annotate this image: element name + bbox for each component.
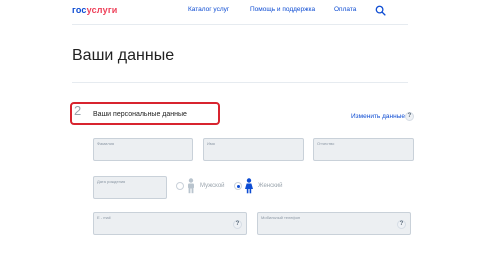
section-number: 2 (74, 103, 82, 118)
patronymic-label: Отчество (317, 141, 335, 146)
lastname-label: Фамилия (97, 141, 114, 146)
female-figure-icon (245, 178, 253, 194)
header-divider (72, 24, 408, 25)
gender-female-label: Женский (258, 183, 283, 189)
email-field[interactable]: E - mail ? (93, 212, 247, 235)
logo-part1: гос (72, 5, 87, 15)
gender-male-radio[interactable] (176, 182, 184, 190)
change-data-link[interactable]: Изменить данные (351, 113, 405, 120)
phone-help-icon[interactable]: ? (397, 220, 406, 229)
gosuslugi-logo[interactable]: госуслуги (72, 5, 118, 15)
nav-payment-link[interactable]: Оплата (334, 6, 356, 13)
patronymic-field[interactable]: Отчество (313, 138, 414, 161)
nav-catalog-link[interactable]: Каталог услуг (188, 6, 229, 13)
email-help-icon[interactable]: ? (233, 220, 242, 229)
phone-label: Мобильный телефон (261, 215, 301, 220)
birthdate-label: Дата рождения (97, 179, 126, 184)
firstname-field[interactable]: Имя (203, 138, 304, 161)
lastname-field[interactable]: Фамилия (93, 138, 193, 161)
gender-male-label: Мужской (200, 183, 225, 189)
email-label: E - mail (97, 215, 111, 220)
help-icon[interactable]: ? (405, 112, 414, 121)
search-icon[interactable] (375, 5, 386, 16)
top-header: госуслуги Каталог услуг Помощь и поддерж… (0, 0, 480, 24)
phone-field[interactable]: Мобильный телефон ? (257, 212, 411, 235)
firstname-label: Имя (207, 141, 215, 146)
section-title: Ваши персональные данные (93, 111, 187, 118)
page-title: Ваши данные (72, 47, 175, 64)
birthdate-field[interactable]: Дата рождения (93, 176, 167, 199)
nav-help-link[interactable]: Помощь и поддержка (250, 6, 315, 13)
gender-female-radio[interactable] (234, 182, 242, 190)
title-divider (72, 82, 408, 83)
logo-part2: услуги (86, 5, 118, 15)
male-figure-icon (188, 178, 194, 194)
